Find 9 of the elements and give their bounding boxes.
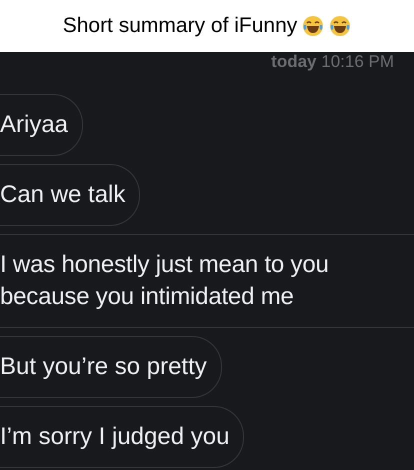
message-bubble: I’m sorry I judged you [0, 406, 244, 468]
message-bubble: Can we talk [0, 164, 140, 226]
message-bubble: But you’re so pretty [0, 336, 222, 398]
message-timestamp: today 10:16 PM [271, 52, 394, 72]
laughing-emoji-icon [302, 15, 324, 37]
caption-text: Short summary of iFunny [62, 14, 298, 38]
laughing-emoji-icon [329, 15, 352, 37]
message-bubble: I was honestly just mean to you because you intimidated me [0, 234, 414, 328]
message-bubble: Ariyaa [0, 94, 84, 156]
